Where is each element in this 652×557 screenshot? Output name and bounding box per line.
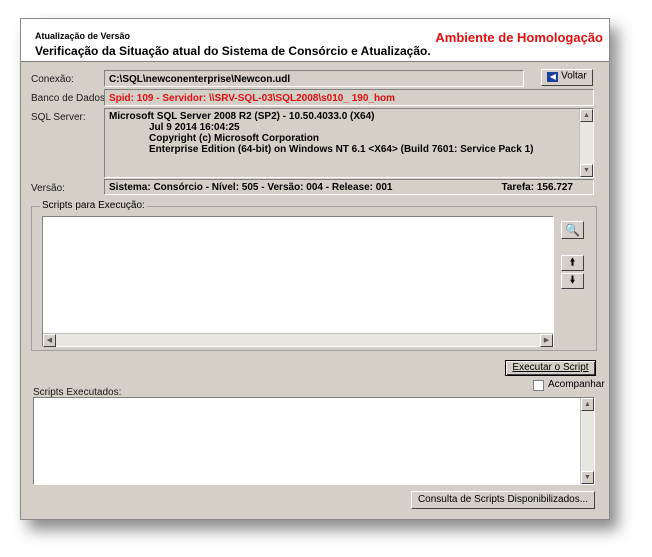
acompanhar-checkbox[interactable]: Acompanhar (533, 379, 605, 391)
consulta-label: Consulta de Scripts Disponibilizados... (417, 494, 589, 505)
scripts-execucao-group: Scripts para Execução: ◀ ▶ 🔍 🠙 🠛 (31, 200, 597, 351)
versao-label: Versão: (31, 183, 65, 194)
move-up-button[interactable]: 🠙 (561, 255, 584, 271)
conexao-value: C:\SQL\newconenterprise\Newcon.udl (109, 74, 291, 85)
arrow-up-icon: 🠙 (569, 257, 575, 268)
executar-script-button[interactable]: Executar o Script (505, 360, 596, 376)
magnifier-icon: 🔍 (565, 223, 580, 237)
voltar-label: Voltar (561, 70, 587, 82)
voltar-button[interactable]: ◀ Voltar (541, 69, 593, 86)
tarefa-value: Tarefa: 156.727 (501, 182, 573, 193)
scroll-up-icon[interactable]: ▲ (580, 109, 593, 122)
acompanhar-label: Acompanhar (548, 379, 605, 390)
scripts-executados-scrollbar[interactable]: ▲ ▼ (580, 398, 594, 484)
sql-server-line: Jul 9 2014 16:04:25 (149, 122, 240, 133)
environment-label: Ambiente de Homologação (435, 30, 603, 45)
scripts-executados-list[interactable]: ▲ ▼ (33, 397, 595, 485)
scroll-down-icon[interactable]: ▼ (581, 471, 594, 484)
sql-server-line: Copyright (c) Microsoft Corporation (149, 133, 319, 144)
banco-label: Banco de Dados: (31, 93, 108, 104)
scripts-execucao-hscrollbar[interactable]: ◀ ▶ (43, 333, 553, 347)
banco-value: Spid: 109 - Servidor: \\SRV-SQL-03\SQL20… (109, 93, 396, 104)
sql-server-line: Enterprise Edition (64-bit) on Windows N… (149, 144, 534, 155)
header-panel: Atualização de Versão Verificação da Sit… (21, 19, 609, 62)
header-title: Verificação da Situação atual do Sistema… (35, 44, 431, 58)
scroll-right-icon[interactable]: ▶ (540, 334, 553, 347)
scripts-execucao-title: Scripts para Execução: (40, 200, 147, 211)
scroll-down-icon[interactable]: ▼ (580, 164, 593, 177)
versao-value: Sistema: Consórcio - Nível: 505 - Versão… (109, 182, 393, 193)
arrow-down-icon: 🠛 (569, 275, 575, 286)
versao-field: Sistema: Consórcio - Nível: 505 - Versão… (104, 179, 594, 195)
conexao-field[interactable]: C:\SQL\newconenterprise\Newcon.udl (104, 70, 524, 87)
executar-label: Executar o Script (512, 362, 589, 373)
consulta-scripts-button[interactable]: Consulta de Scripts Disponibilizados... (411, 491, 595, 509)
acompanhar-box[interactable] (533, 379, 544, 391)
back-arrow-icon: ◀ (547, 72, 559, 82)
sql-server-label: SQL Server: (31, 112, 86, 123)
sql-server-info[interactable]: Microsoft SQL Server 2008 R2 (SP2) - 10.… (104, 108, 594, 178)
update-window: Atualização de Versão Verificação da Sit… (20, 18, 610, 520)
conexao-label: Conexão: (31, 74, 74, 85)
scripts-execucao-list[interactable]: ◀ ▶ (42, 216, 554, 347)
move-down-button[interactable]: 🠛 (561, 273, 584, 289)
scroll-left-icon[interactable]: ◀ (43, 334, 56, 347)
sql-server-scrollbar[interactable]: ▲ ▼ (579, 109, 593, 177)
search-button[interactable]: 🔍 (561, 221, 584, 239)
header-small-title: Atualização de Versão (35, 31, 131, 41)
banco-field[interactable]: Spid: 109 - Servidor: \\SRV-SQL-03\SQL20… (104, 89, 594, 106)
scroll-up-icon[interactable]: ▲ (581, 398, 594, 411)
sql-server-line: Microsoft SQL Server 2008 R2 (SP2) - 10.… (109, 111, 375, 122)
